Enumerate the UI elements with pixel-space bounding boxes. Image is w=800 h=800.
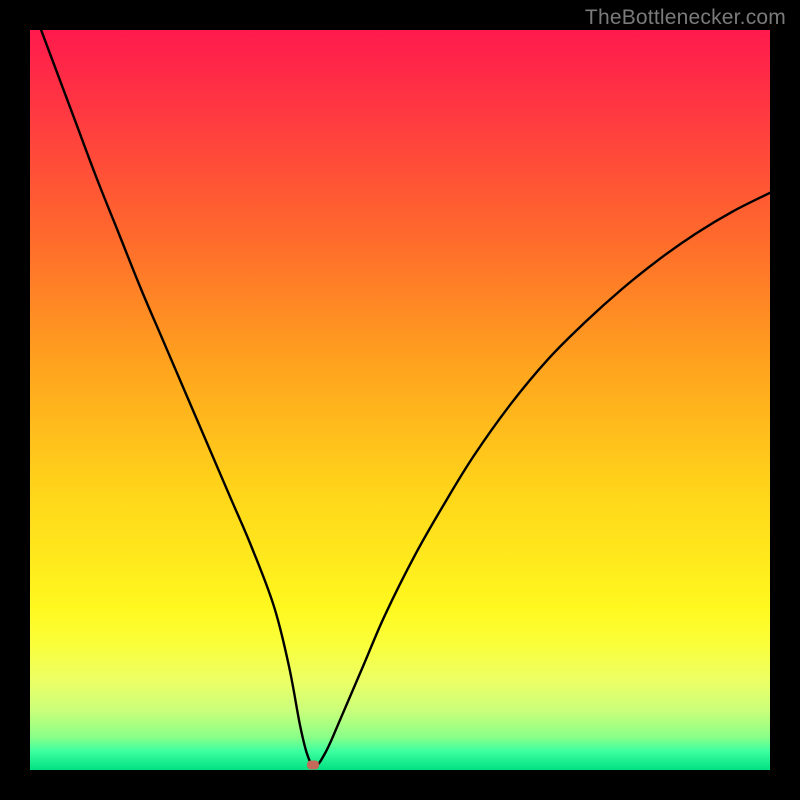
curve-layer [30,30,770,770]
watermark-text: TheBottlenecker.com [585,6,786,30]
marker-dot [307,760,319,769]
bottleneck-curve [30,30,770,766]
plot-area [30,30,770,770]
chart-frame: TheBottlenecker.com [0,0,800,800]
